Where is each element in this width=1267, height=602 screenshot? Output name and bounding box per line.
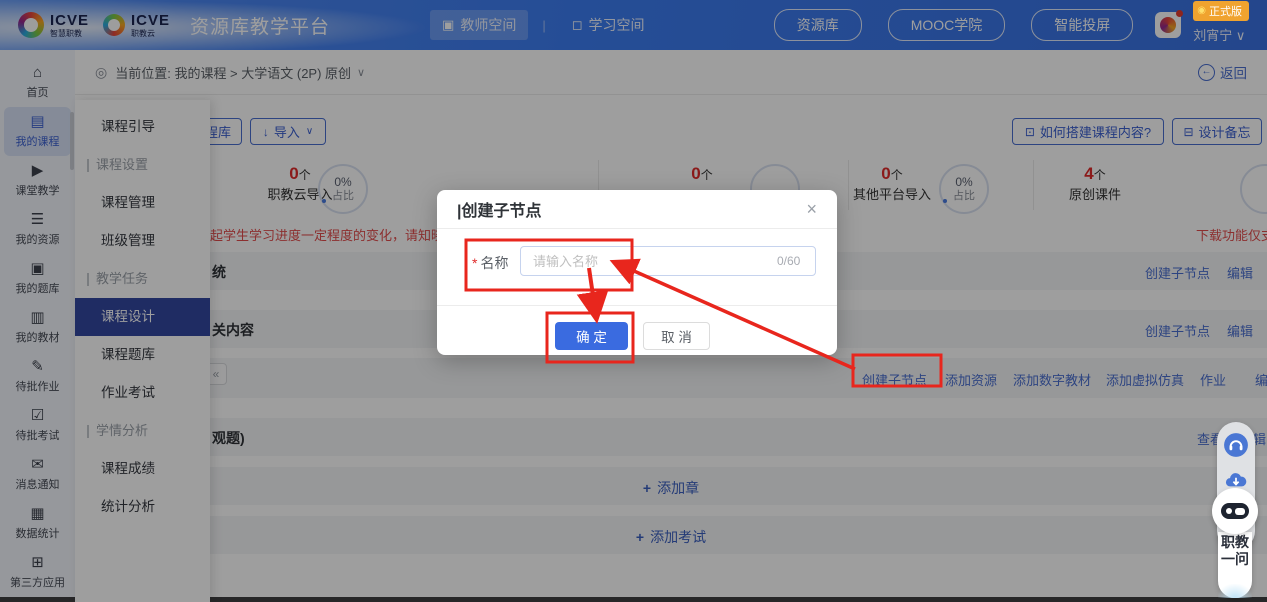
- create-child-node-dialog: |创建子节点 × *名称 0/60 确 定 取 消: [437, 190, 837, 355]
- customer-service-icon[interactable]: [1223, 432, 1249, 458]
- name-input[interactable]: [520, 246, 816, 276]
- close-icon[interactable]: ×: [806, 200, 817, 218]
- dialog-title: |创建子节点: [457, 197, 541, 221]
- confirm-button[interactable]: 确 定: [555, 322, 628, 350]
- cancel-button[interactable]: 取 消: [643, 322, 710, 350]
- medal-icon: ◉: [1197, 5, 1206, 16]
- version-badge-label: 正式版: [1209, 3, 1242, 19]
- assistant-widget-decoration: [1218, 584, 1252, 598]
- assistant-robot-icon[interactable]: [1212, 488, 1258, 534]
- version-badge: ◉ 正式版: [1193, 1, 1249, 21]
- char-counter: 0/60: [777, 254, 800, 268]
- required-mark: *: [472, 255, 477, 271]
- name-field-label: *名称: [472, 253, 508, 273]
